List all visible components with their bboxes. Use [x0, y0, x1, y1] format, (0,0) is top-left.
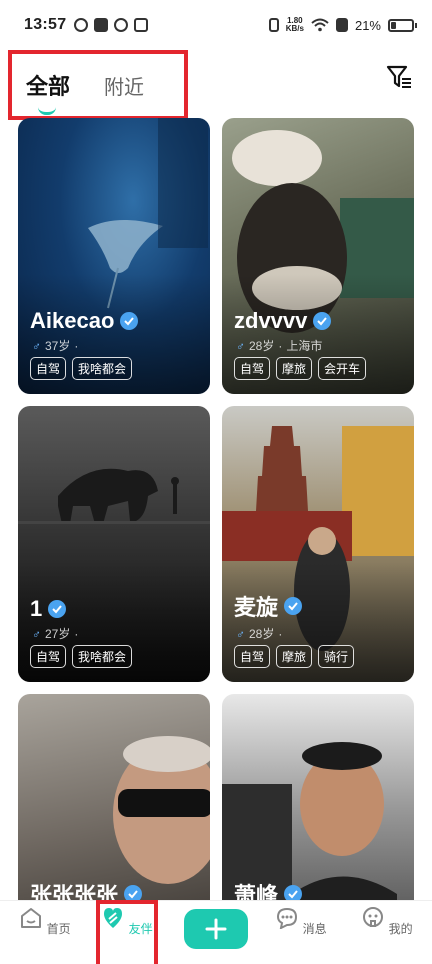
tab-nearby[interactable]: 附近 — [104, 71, 144, 100]
status-time: 13:57 — [24, 16, 67, 33]
message-icon — [277, 907, 298, 930]
tag: 我啥都会 — [72, 645, 133, 668]
profile-icon — [363, 907, 384, 927]
user-meta: ♂ 27岁 · — [32, 626, 79, 642]
plus-icon — [205, 918, 227, 940]
tiktok-icon — [94, 18, 109, 32]
user-card[interactable]: 麦旋 ♂ 28岁 · 自驾 摩旅 骑行 — [222, 406, 414, 682]
nav-label: 消息 — [302, 922, 327, 936]
male-icon: ♂ — [32, 626, 41, 641]
nav-label: 我的 — [388, 922, 413, 936]
nav-label: 首页 — [46, 922, 71, 936]
nav-messages[interactable]: 消息 — [271, 907, 331, 937]
link-icon — [114, 18, 129, 32]
tag: 会开车 — [318, 357, 367, 380]
tab-label: 附近 — [104, 76, 145, 99]
verified-badge-icon — [284, 597, 303, 615]
user-card[interactable]: 1 ♂ 27岁 · 自驾 我啥都会 — [18, 406, 210, 682]
male-icon: ♂ — [236, 338, 245, 353]
tab-all[interactable]: 全部 — [26, 69, 71, 115]
verified-badge-icon — [120, 312, 139, 330]
nav-friends[interactable]: 友伴 — [97, 907, 157, 937]
user-card[interactable]: zdvvvv ♂ 28岁 · 上海市 自驾 摩旅 会开车 — [222, 118, 414, 394]
tag: 摩旅 — [276, 645, 313, 668]
verified-badge-icon — [313, 312, 332, 330]
tag-list: 自驾 摩旅 会开车 — [234, 357, 367, 380]
tag: 自驾 — [30, 645, 67, 668]
tag-list: 自驾 我啥都会 — [30, 357, 133, 380]
male-icon: ♂ — [236, 626, 245, 641]
active-tab-indicator — [38, 107, 56, 115]
tab-bar: 全部 附近 — [8, 50, 188, 120]
tag: 自驾 — [234, 357, 271, 380]
tag: 我啥都会 — [72, 357, 133, 380]
tag: 骑行 — [318, 645, 355, 668]
add-post-button[interactable] — [184, 909, 248, 949]
male-icon: ♂ — [32, 338, 41, 353]
tag: 自驾 — [30, 357, 67, 380]
nav-label: 友伴 — [128, 922, 153, 936]
tag-list: 自驾 我啥都会 — [30, 645, 133, 668]
home-icon — [21, 908, 42, 928]
bottom-nav: 首页 友伴 消息 我的 — [0, 900, 432, 964]
user-name: 麦旋 — [234, 590, 303, 622]
user-meta: ♂ 37岁 · — [32, 338, 79, 354]
user-meta: ♂ 28岁 · — [236, 626, 283, 642]
wifi-icon — [311, 18, 329, 32]
tag: 自驾 — [234, 645, 271, 668]
tag: 摩旅 — [276, 357, 313, 380]
user-meta: ♂ 28岁 · 上海市 — [236, 338, 323, 354]
vibrate-icon — [268, 18, 279, 32]
battery-icon — [388, 18, 417, 32]
user-name: Aikecao — [30, 308, 139, 334]
app-icon — [134, 18, 149, 32]
battery-level — [391, 21, 396, 29]
battery-percent: 21% — [354, 17, 381, 33]
user-name: 1 — [30, 596, 67, 622]
filter-icon[interactable] — [386, 64, 412, 90]
sim-icon — [335, 18, 348, 32]
fan-icon — [74, 18, 89, 32]
tab-label: 全部 — [26, 74, 71, 99]
verified-badge-icon — [48, 600, 67, 618]
network-speed: 1.80 KB/s — [285, 16, 304, 33]
user-card[interactable]: Aikecao ♂ 37岁 · 自驾 我啥都会 — [18, 118, 210, 394]
tag-list: 自驾 摩旅 骑行 — [234, 645, 355, 668]
friends-icon — [104, 908, 123, 928]
nav-profile[interactable]: 我的 — [357, 907, 417, 937]
user-name: zdvvvv — [234, 308, 332, 334]
status-bar: 13:57 1.80 KB/s 21% — [0, 0, 432, 50]
nav-home[interactable]: 首页 — [15, 907, 75, 937]
